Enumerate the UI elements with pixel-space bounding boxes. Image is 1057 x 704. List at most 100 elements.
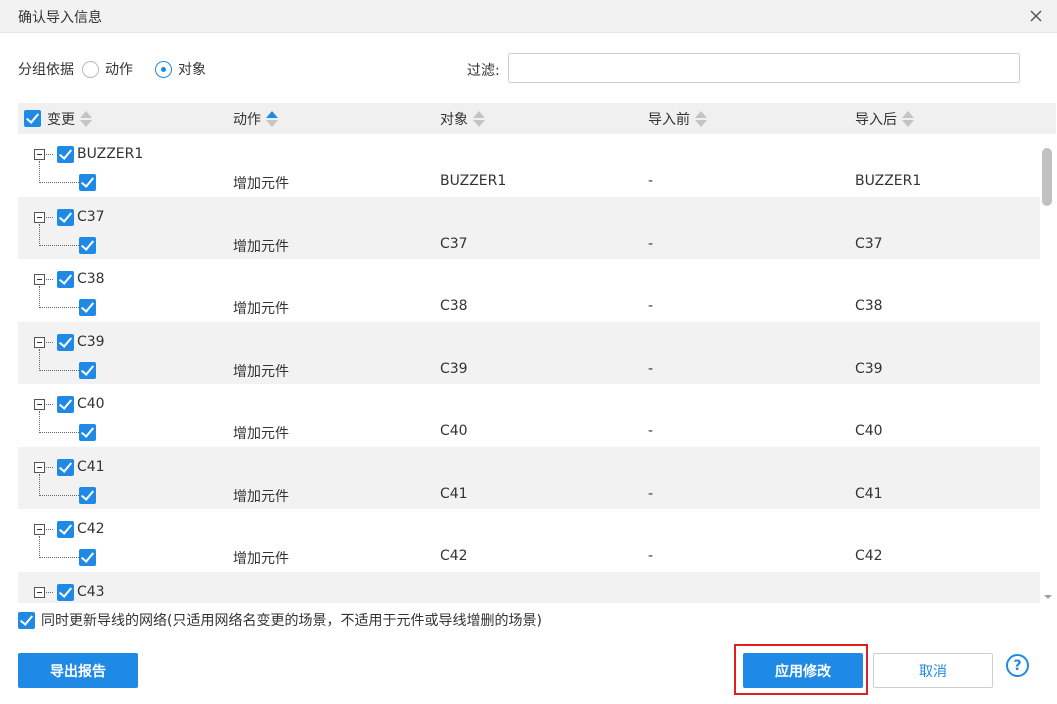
table-row: C43 (18, 571, 1042, 603)
cell-after: C38 (855, 298, 883, 314)
export-report-button[interactable]: 导出报告 (18, 653, 138, 688)
change-checkbox[interactable] (79, 486, 96, 504)
sort-icon[interactable] (473, 110, 485, 127)
cell-action: 增加元件 (233, 363, 289, 380)
cell-action: 增加元件 (233, 488, 289, 505)
tree-line (39, 536, 40, 558)
collapse-toggle-icon[interactable] (34, 274, 45, 285)
group-checkbox[interactable] (57, 396, 74, 413)
help-icon[interactable]: ? (1006, 654, 1029, 677)
grouping-label: 分组依据 (18, 62, 74, 78)
scroll-down-arrow-icon[interactable] (1044, 595, 1052, 599)
tree-line (46, 216, 53, 218)
cell-action: 增加元件 (233, 176, 289, 192)
radio-circle-selected (155, 60, 172, 78)
tree-line (39, 557, 79, 558)
filter-label: 过滤: (467, 63, 500, 79)
column-label: 变更 (47, 111, 75, 128)
collapse-toggle-icon[interactable] (34, 524, 45, 535)
tree-line (39, 411, 40, 433)
changes-table: 变更 动作 对象 导入前 导入后 BUZZER1 增加元件 BUZZER1 - … (18, 103, 1056, 603)
cell-before: - (648, 173, 654, 189)
cell-before: - (648, 235, 654, 252)
column-header-change[interactable]: 变更 (24, 103, 92, 134)
change-checkbox[interactable] (79, 549, 96, 566)
group-checkbox[interactable] (57, 583, 74, 601)
radio-group-by-action[interactable]: 动作 (82, 59, 133, 79)
table-row: C42 增加元件 C42 - C42 (18, 509, 1042, 572)
collapse-toggle-icon[interactable] (34, 336, 45, 348)
column-header-object[interactable]: 对象 (440, 103, 485, 134)
group-checkbox[interactable] (57, 458, 74, 476)
column-label: 导入前 (648, 111, 690, 128)
cell-object: C39 (440, 360, 468, 377)
table-scrollbar[interactable] (1040, 134, 1056, 603)
tree-line (46, 279, 53, 280)
table-row: BUZZER1 增加元件 BUZZER1 - BUZZER1 (18, 134, 1042, 197)
collapse-toggle-icon[interactable] (34, 211, 45, 223)
apply-changes-button[interactable]: 应用修改 (743, 653, 863, 688)
group-checkbox[interactable] (57, 208, 74, 226)
filter-input[interactable] (508, 53, 1020, 83)
tree-line (39, 369, 79, 371)
sort-icon[interactable] (80, 110, 92, 127)
table-row: C37 增加元件 C37 - C37 (18, 196, 1042, 259)
collapse-toggle-icon[interactable] (34, 399, 45, 410)
cell-after: C40 (855, 423, 883, 439)
cell-object: C40 (440, 423, 468, 439)
cell-object: C37 (440, 235, 468, 252)
change-checkbox[interactable] (79, 299, 96, 316)
change-checkbox[interactable] (79, 236, 96, 254)
dialog-title: 确认导入信息 (18, 10, 102, 26)
collapse-toggle-icon[interactable] (34, 149, 45, 160)
group-checkbox[interactable] (57, 146, 74, 163)
cell-action: 增加元件 (233, 551, 289, 567)
cell-object: BUZZER1 (440, 173, 507, 189)
cell-before: - (648, 298, 654, 314)
tree-line (46, 341, 53, 343)
select-all-checkbox[interactable] (24, 110, 41, 127)
collapse-toggle-icon[interactable] (34, 586, 45, 598)
cell-object: C38 (440, 298, 468, 314)
update-nets-label: 同时更新导线的网络(只适用网络名变更的场景，不适用于元件或导线增删的场景) (41, 613, 542, 629)
sort-icon[interactable] (902, 110, 914, 127)
group-checkbox[interactable] (57, 333, 74, 351)
table-row: C40 增加元件 C40 - C40 (18, 384, 1042, 447)
dialog-titlebar: 确认导入信息 (0, 0, 1057, 33)
close-icon[interactable] (1025, 5, 1047, 27)
change-checkbox[interactable] (79, 361, 96, 379)
cell-before: - (648, 548, 654, 564)
group-checkbox[interactable] (57, 271, 74, 288)
tree-line (39, 348, 40, 371)
group-name: BUZZER1 (77, 146, 144, 162)
column-header-action[interactable]: 动作 (233, 103, 278, 134)
change-checkbox[interactable] (79, 174, 96, 191)
collapse-toggle-icon[interactable] (34, 461, 45, 473)
radio-group-by-object[interactable]: 对象 (155, 59, 206, 79)
tree-line (39, 432, 79, 433)
tree-line (39, 286, 40, 308)
cell-action: 增加元件 (233, 301, 289, 317)
cell-after: C39 (855, 360, 883, 377)
column-label: 动作 (233, 111, 261, 128)
table-row: C41 增加元件 C41 - C41 (18, 446, 1042, 509)
update-nets-checkbox[interactable] (18, 611, 35, 629)
tree-line (39, 182, 79, 183)
table-row: C39 增加元件 C39 - C39 (18, 321, 1042, 384)
sort-icon[interactable] (695, 110, 707, 127)
tree-line (46, 529, 53, 530)
cell-after: C37 (855, 235, 883, 252)
cancel-button[interactable]: 取消 (873, 653, 993, 688)
scrollbar-thumb[interactable] (1042, 148, 1052, 206)
sort-asc-icon[interactable] (266, 110, 278, 127)
tree-line (46, 591, 53, 593)
cell-object: C42 (440, 548, 468, 564)
update-nets-option[interactable]: 同时更新导线的网络(只适用网络名变更的场景，不适用于元件或导线增删的场景) (18, 610, 542, 630)
column-header-after[interactable]: 导入后 (855, 103, 914, 134)
group-name: C37 (77, 208, 105, 225)
column-header-before[interactable]: 导入前 (648, 103, 707, 134)
group-checkbox[interactable] (57, 521, 74, 538)
tree-line (39, 223, 40, 246)
cell-before: - (648, 485, 654, 502)
change-checkbox[interactable] (79, 424, 96, 441)
